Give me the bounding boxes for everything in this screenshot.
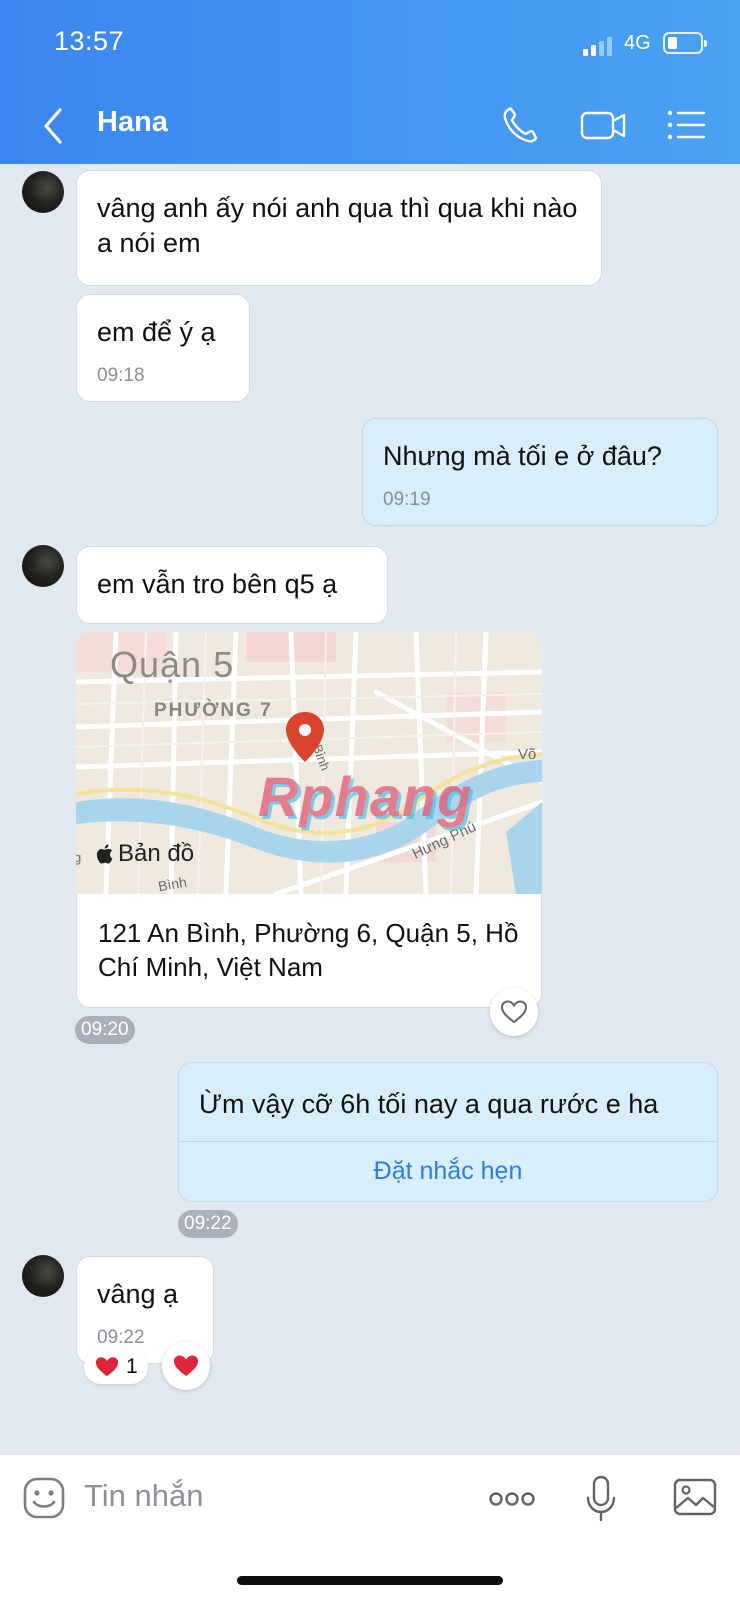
location-address: 121 An Bình, Phường 6, Quận 5, Hồ Chí Mi… [98,918,519,982]
message-text: vâng ạ [97,1279,179,1309]
home-indicator [237,1576,503,1585]
network-type: 4G [624,32,651,54]
message-bubble[interactable]: vâng anh ấy nói anh qua thì qua khi nào … [76,170,602,286]
react-button[interactable] [490,988,538,1036]
location-pin-icon [286,712,324,762]
photo-button[interactable] [672,1476,718,1518]
contact-name[interactable]: Hana [97,106,168,139]
message-bubble[interactable]: em vẫn tro bên q5 ạ [76,546,388,624]
message-text: Ừm vậy cỡ 6h tối nay a qua rước e ha [199,1089,659,1119]
map-street-label: g [76,850,82,865]
contact-avatar[interactable] [22,171,64,213]
message-input[interactable]: Tin nhắn [84,1478,204,1514]
maps-label: Bản đồ [118,840,195,867]
back-button[interactable] [38,104,68,148]
sticker-button[interactable] [22,1476,66,1520]
list-menu-icon [667,110,706,140]
more-options-button[interactable] [488,1484,536,1514]
apple-maps-attribution: Bản đồ [96,840,194,868]
map-preview[interactable]: Quận 5 PHƯỜNG 7 Võ Hưng Phú Bình Bình g … [76,632,542,894]
message-bubble[interactable]: em để ý ạ 09:18 [76,294,250,402]
heart-outline-icon [500,1000,528,1024]
message-text: em để ý ạ [97,317,216,347]
reaction-summary[interactable]: 1 [84,1350,148,1384]
voice-call-button[interactable] [498,102,544,148]
video-camera-icon [580,111,626,140]
message-text: vâng anh ấy nói anh qua thì qua khi nào … [97,193,578,258]
contact-avatar[interactable] [22,1255,64,1297]
apple-logo-icon [96,844,113,864]
map-district-label: Quận 5 [110,644,235,685]
signal-icon [583,34,615,56]
watermark: Rphang [258,765,473,828]
map-ward-label: PHƯỜNG 7 [154,700,273,721]
react-button[interactable] [162,1342,210,1390]
more-dots-icon [489,1492,535,1506]
message-time: 09:19 [383,489,431,510]
reaction-count: 1 [126,1355,138,1378]
chevron-left-icon [44,108,62,144]
message-text: Nhưng mà tối e ở đâu? [383,441,662,471]
image-gallery-icon [673,1478,717,1516]
set-reminder-button[interactable]: Đặt nhắc hẹn [178,1141,718,1201]
status-time: 13:57 [54,26,125,56]
phone-icon [503,107,538,143]
battery-icon [663,32,707,54]
heart-filled-icon [174,1355,198,1376]
video-call-button[interactable] [579,102,626,148]
microphone-icon [586,1475,616,1522]
heart-filled-icon [95,1357,119,1377]
message-time: 09:20 [75,1016,135,1044]
message-time: 09:22 [178,1210,238,1238]
message-time: 09:18 [97,365,145,386]
menu-button[interactable] [665,102,711,148]
sticker-icon [23,1477,65,1519]
voice-record-button[interactable] [584,1474,618,1524]
chat-header: 13:57 4G Hana [0,0,740,164]
contact-avatar[interactable] [22,545,64,587]
message-time: 09:22 [97,1327,145,1348]
message-text: em vẫn tro bên q5 ạ [97,569,338,599]
my-message-bubble[interactable]: Nhưng mà tối e ở đâu? 09:19 [362,418,718,526]
map-street-label: Võ [518,746,537,763]
